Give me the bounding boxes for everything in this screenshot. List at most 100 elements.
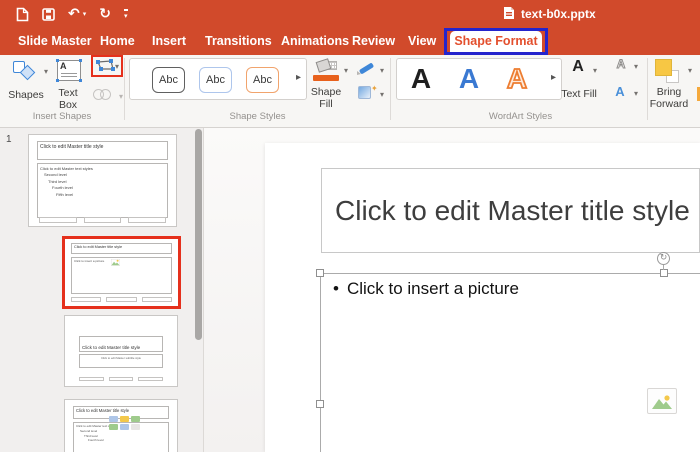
thumb-title-placeholder: Click to edit Master title style [71, 243, 172, 254]
thumbnail-picture-layout-selected[interactable]: Click to edit Master title style Click t… [62, 236, 181, 309]
text-outline-letter: A [616, 57, 626, 71]
edit-points-dropdown-caret[interactable]: ▾ [115, 62, 119, 71]
shapes-button-label[interactable]: Shapes [0, 89, 52, 101]
shape-styles-more-arrow[interactable]: ▸ [296, 72, 301, 83]
group-label-shape-styles: Shape Styles [229, 111, 286, 122]
edit-points-highlight-box: ▾ [91, 55, 123, 77]
shape-effects-dropdown-caret[interactable]: ▾ [380, 90, 384, 99]
text-box-button-label[interactable]: Text Box [48, 87, 88, 111]
thumb-footer-box [108, 377, 134, 381]
shape-styles-gallery: Abc Abc Abc ▸ [129, 58, 307, 100]
bring-forward-dropdown-caret[interactable]: ▾ [688, 66, 692, 75]
titlebar: ↶ ▾ ↻ ▾ text-b0x.pptx [0, 0, 700, 28]
content-chart-icon [120, 416, 129, 422]
wordart-styles-more-arrow[interactable]: ▸ [551, 72, 556, 83]
insert-picture-icon[interactable] [647, 388, 677, 414]
shape-effects-icon[interactable] [358, 86, 371, 99]
text-outline-icon[interactable]: A [611, 58, 631, 78]
shape-style-option-1[interactable]: Abc [152, 67, 185, 93]
text-box-icon[interactable]: A [56, 59, 82, 82]
tab-view[interactable]: View [408, 28, 436, 55]
wordart-option-2[interactable]: A [449, 60, 489, 98]
thumb-body-placeholder: Click to edit Master text styles Second … [37, 163, 168, 218]
thumb-footer-box [128, 217, 167, 223]
shapes-icon[interactable] [12, 60, 40, 84]
text-box-icon-line [61, 73, 77, 74]
tab-home[interactable]: Home [100, 28, 135, 55]
group-divider [124, 58, 125, 120]
group-label-insert-shapes: Insert Shapes [32, 111, 92, 122]
thumb-text-line: Fifth level [56, 191, 74, 197]
edit-points-icon[interactable] [95, 59, 115, 77]
selection-border-left[interactable] [320, 273, 321, 452]
thumbnail-content-layout[interactable]: Click to edit Master title style Click t… [64, 399, 178, 452]
thumbnails-scrollbar[interactable] [195, 129, 202, 340]
document-title: text-b0x.pptx [521, 7, 596, 21]
tab-review[interactable]: Review [352, 28, 395, 55]
wordart-option-1[interactable]: A [401, 60, 441, 98]
tab-slide-master[interactable]: Slide Master [18, 28, 92, 55]
shape-fill-icon[interactable] [313, 58, 340, 84]
new-file-button[interactable] [16, 7, 29, 22]
thumb-subtitle-placeholder: Click to edit Master subtitle style [79, 354, 163, 368]
save-button[interactable] [42, 7, 55, 21]
text-box-icon-handle [79, 79, 82, 82]
thumb-footer-box [39, 217, 77, 223]
thumb-footer-box [79, 377, 104, 381]
thumbnail-title-layout[interactable]: Click to edit Master title style Click t… [64, 315, 178, 387]
shape-fill-button-label[interactable]: Shape Fill [303, 86, 349, 110]
content-picture-icon [109, 424, 118, 430]
undo-button[interactable]: ↶ ▾ [68, 7, 86, 21]
selection-handle-top-center[interactable] [660, 269, 668, 277]
tab-insert[interactable]: Insert [152, 28, 186, 55]
text-outline-dropdown-caret[interactable]: ▾ [634, 62, 638, 71]
content-media-icon [131, 424, 140, 430]
powerpoint-file-icon [503, 6, 515, 23]
thumbnail-master[interactable]: Click to edit Master title style Click t… [28, 134, 177, 227]
undo-dropdown-caret[interactable]: ▾ [83, 10, 87, 18]
ribbon: ▾ Shapes A Text Box ▾ ▾ Insert Shapes Ab… [0, 55, 700, 128]
thumb-footer-box [138, 377, 164, 381]
panel-divider [203, 128, 204, 452]
selection-border-top[interactable] [320, 273, 700, 274]
rotation-handle-icon[interactable]: ↻ [657, 252, 670, 265]
text-fill-icon[interactable]: A [566, 58, 590, 84]
customize-toolbar-button[interactable]: ▾ [123, 8, 128, 20]
redo-button[interactable]: ↻ [99, 7, 111, 21]
title-placeholder-text: Click to edit Master title style [335, 195, 690, 226]
merge-shapes-dropdown-caret: ▾ [119, 92, 124, 101]
text-fill-dropdown-caret[interactable]: ▾ [593, 66, 597, 75]
shape-outline-dropdown-caret[interactable]: ▾ [380, 66, 384, 75]
shape-outline-icon[interactable] [357, 62, 377, 75]
shapes-dropdown-caret[interactable]: ▾ [44, 67, 48, 76]
tab-shape-format[interactable]: Shape Format [450, 31, 542, 52]
selection-handle-middle-left[interactable] [316, 400, 324, 408]
wordart-option-3[interactable]: A [497, 60, 537, 98]
document-title-area: text-b0x.pptx [503, 0, 596, 28]
thumb-title-placeholder: Click to edit Master title style [79, 336, 163, 352]
slide-number: 1 [6, 134, 12, 145]
bring-forward-front-square [655, 59, 672, 76]
content-table-icon [109, 416, 118, 422]
bring-forward-icon[interactable] [655, 59, 683, 85]
powerpoint-window: ↶ ▾ ↻ ▾ text-b0x.pptx Slide Master Home I… [0, 0, 700, 452]
bring-forward-button-label[interactable]: Bring Forward [640, 86, 698, 110]
tab-transitions[interactable]: Transitions [205, 28, 272, 55]
thumb-picture-placeholder: Click to insert a picture [71, 257, 172, 294]
text-fill-button-label[interactable]: Text Fill [556, 88, 602, 100]
thumb-footer-row [71, 297, 172, 302]
shape-fill-dropdown-caret[interactable]: ▾ [344, 66, 348, 75]
pen-body [358, 62, 375, 75]
text-effects-dropdown-caret[interactable]: ▾ [634, 89, 638, 98]
thumb-footer-box [106, 297, 137, 302]
selection-handle-top-left[interactable] [316, 269, 324, 277]
title-placeholder[interactable]: Click to edit Master title style [321, 168, 700, 253]
shape-effects-spark: ✦ [371, 84, 378, 93]
shape-style-option-3[interactable]: Abc [246, 67, 279, 93]
picture-placeholder-text[interactable]: • Click to insert a picture [333, 279, 519, 299]
quick-access-toolbar: ↶ ▾ ↻ ▾ [16, 0, 128, 28]
text-effects-icon[interactable]: A [612, 84, 628, 100]
thumb-text-line: Fourth level [88, 438, 104, 443]
shape-style-option-2[interactable]: Abc [199, 67, 232, 93]
tab-animations[interactable]: Animations [281, 28, 349, 55]
